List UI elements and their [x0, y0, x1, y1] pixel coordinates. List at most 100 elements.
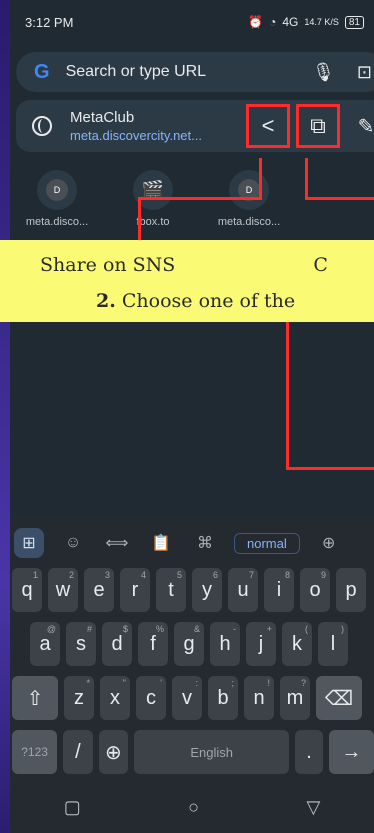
- backspace-key[interactable]: ⌫: [316, 676, 362, 720]
- key-hint: +: [266, 624, 272, 634]
- key-s[interactable]: # s: [66, 622, 96, 666]
- lens-icon[interactable]: ⊡: [357, 62, 372, 83]
- key-label: u: [237, 578, 249, 601]
- home-icon[interactable]: ○: [188, 797, 199, 818]
- emoji-icon[interactable]: ☺: [58, 528, 88, 558]
- key-m[interactable]: ? m: [280, 676, 310, 720]
- key-label: s: [76, 632, 86, 655]
- key-v[interactable]: :v: [172, 676, 202, 720]
- key-l[interactable]: ) l: [318, 622, 348, 666]
- key-label: c: [146, 686, 156, 709]
- key-label: v: [182, 686, 192, 709]
- translate-icon[interactable]: ⌘: [190, 528, 220, 558]
- key-label: r: [131, 578, 139, 601]
- edit-button[interactable]: ✎: [346, 114, 374, 139]
- space-key[interactable]: English: [134, 730, 290, 774]
- key-row-1: 1q2w3e4r5t6y7u8i9op: [10, 568, 374, 612]
- shift-icon: ⇧: [26, 687, 44, 710]
- key-t[interactable]: 5t: [156, 568, 186, 612]
- key-d[interactable]: $ d: [102, 622, 132, 666]
- key-label: l: [330, 632, 336, 655]
- copy-button[interactable]: ⧉: [296, 104, 340, 148]
- search-input[interactable]: Search or type URL: [66, 63, 290, 81]
- share-button[interactable]: <: [246, 104, 290, 148]
- key-o[interactable]: 9o: [300, 568, 330, 612]
- key-hint: %: [155, 624, 164, 634]
- network-label: 4G: [282, 15, 299, 29]
- key-row-4: ?123 / ⊕ English . →: [10, 730, 374, 774]
- key-f[interactable]: % f: [138, 622, 168, 666]
- suggestion-card[interactable]: MetaClub meta.discovercity.net... < ⧉ ✎: [16, 100, 374, 152]
- key-h[interactable]: -h: [210, 622, 240, 666]
- key-z[interactable]: * z: [64, 676, 94, 720]
- key-row-2: @ a # s $ d% f & g - h + j(k) l: [10, 622, 374, 666]
- key-g[interactable]: & g: [174, 622, 204, 666]
- key-hint: *: [86, 678, 90, 688]
- key-b[interactable]: ; b: [208, 676, 238, 720]
- key-hint: 3: [104, 570, 110, 580]
- step-number: 2.: [96, 290, 116, 312]
- alarm-icon: ⏰: [248, 15, 264, 29]
- key-row-3: ⇧ * z " x ' c: v; b! n? m ⌫: [10, 676, 374, 720]
- status-icons: ⏰ ◔ 4G 14.7 K/S 81: [248, 15, 364, 29]
- add-icon[interactable]: ⊕: [314, 528, 344, 558]
- key-label: q: [21, 578, 33, 601]
- key-hint: ?: [300, 678, 306, 688]
- key-label: t: [168, 578, 174, 601]
- suggestion-title: MetaClub: [70, 109, 135, 126]
- mode-chip[interactable]: normal: [234, 532, 300, 554]
- key-hint: (: [305, 624, 308, 634]
- key-u[interactable]: 7u: [228, 568, 258, 612]
- key-i[interactable]: 8i: [264, 568, 294, 612]
- key-w[interactable]: 2w: [48, 568, 78, 612]
- key-label: a: [39, 632, 51, 655]
- key-hint: 9: [320, 570, 326, 580]
- language-key[interactable]: ⊕: [98, 730, 129, 774]
- key-hint: 5: [176, 570, 182, 580]
- back-icon[interactable]: ▽: [306, 797, 320, 818]
- clipboard-icon[interactable]: 📋: [146, 528, 176, 558]
- recents-icon[interactable]: ▢: [64, 797, 81, 818]
- period-key[interactable]: .: [295, 730, 323, 774]
- suggestion-url: meta.discovercity.net...: [70, 128, 202, 143]
- annotation-line: [305, 197, 374, 200]
- key-hint: ': [160, 678, 162, 688]
- shortcut-label: meta.disco...: [25, 216, 89, 228]
- go-key[interactable]: →: [328, 730, 374, 774]
- key-label: g: [183, 632, 195, 655]
- shift-key[interactable]: ⇧: [12, 676, 58, 720]
- key-label: h: [219, 632, 231, 655]
- key-label: i: [276, 578, 282, 601]
- key-hint: !: [267, 678, 270, 688]
- key-p[interactable]: p: [336, 568, 366, 612]
- keyboard-toolbar: ⊞ ☺ ⟺ 📋 ⌘ normal ⊕: [10, 518, 374, 568]
- key-a[interactable]: @ a: [30, 622, 60, 666]
- globe-icon: [32, 116, 52, 136]
- key-c[interactable]: ' c: [136, 676, 166, 720]
- key-label: n: [253, 686, 265, 709]
- symbols-key[interactable]: ?123: [12, 730, 58, 774]
- key-j[interactable]: + j: [246, 622, 276, 666]
- grid-icon[interactable]: ⊞: [14, 528, 44, 558]
- google-logo: G: [34, 60, 50, 83]
- shortcut-tile[interactable]: D meta.disco...: [24, 170, 90, 228]
- key-q[interactable]: 1q: [12, 568, 42, 612]
- address-bar[interactable]: G Search or type URL 🎙 ⊡: [16, 52, 374, 92]
- key-e[interactable]: 3e: [84, 568, 114, 612]
- key-hint: 2: [68, 570, 74, 580]
- suggestion-text[interactable]: MetaClub meta.discovercity.net...: [70, 109, 246, 143]
- key-hint: ;: [231, 678, 234, 688]
- slash-key[interactable]: /: [63, 730, 93, 774]
- key-y[interactable]: 6y: [192, 568, 222, 612]
- annotation-line: [286, 467, 374, 470]
- key-n[interactable]: ! n: [244, 676, 274, 720]
- key-r[interactable]: 4r: [120, 568, 150, 612]
- key-label: k: [292, 632, 302, 655]
- globe-icon: ⊕: [105, 741, 122, 764]
- key-x[interactable]: " x: [100, 676, 130, 720]
- key-hint: 8: [284, 570, 290, 580]
- key-k[interactable]: (k: [282, 622, 312, 666]
- cursor-icon[interactable]: ⟺: [102, 528, 132, 558]
- key-hint: 6: [212, 570, 218, 580]
- microphone-icon[interactable]: 🎙: [312, 62, 335, 83]
